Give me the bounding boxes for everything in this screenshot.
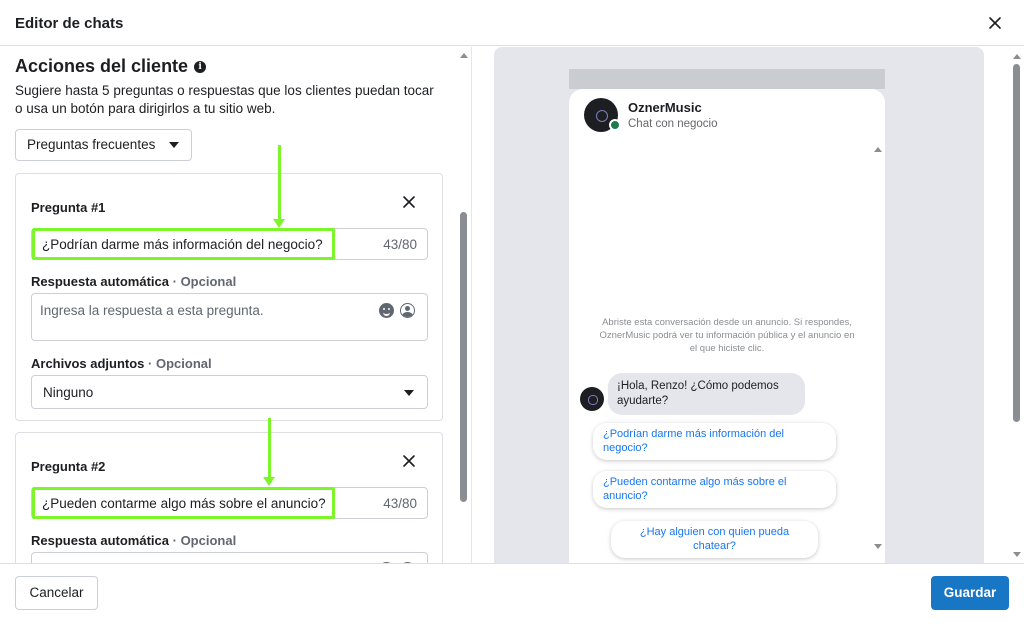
section-title: Acciones del cliente i bbox=[15, 56, 207, 77]
chat-scroll-down-icon[interactable] bbox=[874, 544, 882, 549]
question-input-value: ¿Podrían darme más información del negoc… bbox=[42, 237, 323, 252]
chat-preview: OznerMusic Chat con negocio Abriste esta… bbox=[569, 89, 885, 563]
phone-frame-top bbox=[569, 69, 885, 89]
remove-question-icon[interactable] bbox=[402, 454, 416, 468]
cancel-button[interactable]: Cancelar bbox=[15, 576, 98, 610]
question-label: Pregunta #2 bbox=[31, 459, 106, 474]
emoji-icon[interactable] bbox=[379, 303, 394, 318]
auto-reply-input[interactable] bbox=[31, 552, 428, 563]
save-button[interactable]: Guardar bbox=[931, 576, 1009, 610]
caret-down-icon bbox=[404, 390, 414, 396]
scroll-down-icon[interactable] bbox=[1013, 552, 1021, 557]
right-scrollbar[interactable] bbox=[1008, 47, 1024, 563]
annotation-arrow bbox=[273, 145, 285, 228]
section-title-text: Acciones del cliente bbox=[15, 56, 189, 76]
attachments-label-text: Archivos adjuntos bbox=[31, 356, 145, 371]
dialog-footer: Cancelar Guardar bbox=[0, 563, 1024, 626]
character-counter: 43/80 bbox=[383, 237, 417, 252]
caret-down-icon bbox=[169, 142, 180, 148]
personalize-icon[interactable] bbox=[400, 303, 415, 318]
optional-label: · Opcional bbox=[172, 533, 237, 548]
auto-reply-label: Respuesta automática · Opcional bbox=[31, 533, 236, 548]
greeting-bubble: ¡Hola, Renzo! ¿Cómo podemos ayudarte? bbox=[608, 373, 805, 415]
close-icon[interactable] bbox=[986, 14, 1004, 32]
question-input-value: ¿Pueden contarme algo más sobre el anunc… bbox=[42, 496, 326, 511]
ad-notice: Abriste esta conversación desde un anunc… bbox=[599, 317, 855, 354]
chat-editor-dialog: Editor de chats Acciones del cliente i S… bbox=[0, 0, 1024, 626]
scroll-thumb[interactable] bbox=[1013, 64, 1020, 422]
attachments-select[interactable]: Ninguno bbox=[31, 375, 428, 409]
auto-reply-input[interactable]: Ingresa la respuesta a esta pregunta. bbox=[31, 293, 428, 341]
customer-actions-panel: Acciones del cliente i Sugiere hasta 5 p… bbox=[0, 47, 472, 563]
dialog-header: Editor de chats bbox=[0, 0, 1024, 46]
question-card-1: Pregunta #1 ¿Podrían darme más informaci… bbox=[15, 173, 443, 421]
section-description: Sugiere hasta 5 preguntas o respuestas q… bbox=[15, 83, 434, 116]
auto-reply-placeholder: Ingresa la respuesta a esta pregunta. bbox=[40, 303, 264, 318]
attachments-value: Ninguno bbox=[43, 385, 94, 400]
auto-reply-label-text: Respuesta automática bbox=[31, 533, 169, 548]
left-scrollbar[interactable] bbox=[456, 47, 472, 563]
auto-reply-label-text: Respuesta automática bbox=[31, 274, 169, 289]
online-status-dot bbox=[609, 119, 621, 131]
character-counter: 43/80 bbox=[383, 496, 417, 511]
scroll-thumb[interactable] bbox=[460, 212, 467, 502]
quick-reply[interactable]: ¿Pueden contarme algo más sobre el anunc… bbox=[593, 471, 836, 508]
chat-scroll-up-icon[interactable] bbox=[874, 147, 882, 152]
auto-reply-label: Respuesta automática · Opcional bbox=[31, 274, 236, 289]
question-label: Pregunta #1 bbox=[31, 200, 106, 215]
faq-type-value: Preguntas frecuentes bbox=[27, 137, 156, 152]
optional-label: · Opcional bbox=[148, 356, 212, 371]
quick-reply[interactable]: ¿Podrían darme más información del negoc… bbox=[593, 423, 836, 460]
question-card-2: Pregunta #2 ¿Pueden contarme algo más so… bbox=[15, 432, 443, 563]
dialog-title: Editor de chats bbox=[15, 15, 124, 32]
annotation-arrow bbox=[263, 418, 275, 486]
scroll-up-icon[interactable] bbox=[1013, 54, 1021, 59]
page-name: OznerMusic bbox=[628, 100, 702, 115]
question-input[interactable]: ¿Podrían darme más información del negoc… bbox=[31, 228, 428, 260]
scroll-up-icon[interactable] bbox=[460, 53, 468, 58]
remove-question-icon[interactable] bbox=[402, 195, 416, 209]
quick-reply[interactable]: ¿Hay alguien con quien pueda chatear? bbox=[611, 521, 818, 558]
page-subtitle: Chat con negocio bbox=[628, 118, 718, 130]
info-icon[interactable]: i bbox=[194, 60, 207, 73]
message-avatar bbox=[580, 387, 604, 411]
attachments-label: Archivos adjuntos · Opcional bbox=[31, 356, 212, 371]
question-input[interactable]: ¿Pueden contarme algo más sobre el anunc… bbox=[31, 487, 428, 519]
faq-type-dropdown[interactable]: Preguntas frecuentes bbox=[15, 129, 193, 161]
optional-label: · Opcional bbox=[172, 274, 237, 289]
